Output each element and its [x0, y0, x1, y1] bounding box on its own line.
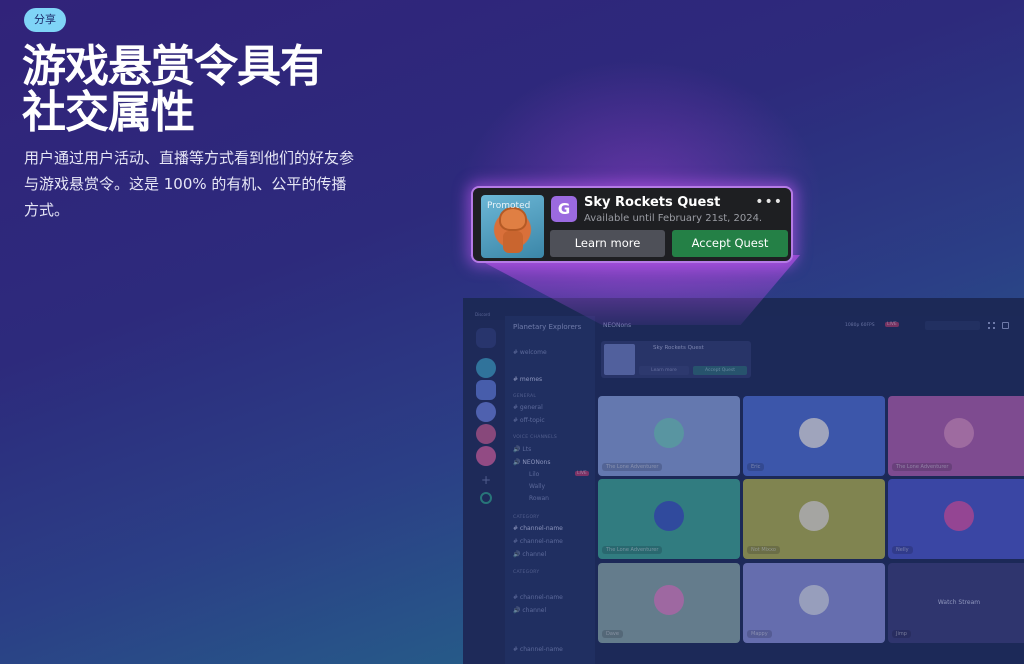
- header-live-badge: LIVE: [885, 322, 899, 327]
- server-icon[interactable]: [476, 446, 496, 466]
- participant-name: Nelly: [892, 546, 913, 554]
- quest-card: Promoted G Sky Rockets Quest Available u…: [471, 186, 793, 263]
- voice-channel-view: NEONons 1080p 60FPS LIVE Sky Rockets Que…: [595, 316, 1024, 664]
- grid-icon[interactable]: [988, 322, 995, 329]
- explore-icon[interactable]: [480, 492, 492, 504]
- server-list: +: [463, 320, 505, 664]
- channel-item[interactable]: # channel-name: [513, 538, 563, 545]
- page-description: 用户通过用户活动、直播等方式看到他们的好友参与游戏悬赏令。这是 100% 的有机…: [24, 149, 355, 219]
- live-badge: LIVE: [575, 471, 589, 476]
- participant-avatar: [944, 418, 974, 448]
- stream-quality: 1080p 60FPS: [845, 323, 875, 328]
- participant-name: The Lone Adventurer: [602, 546, 663, 554]
- channel-category[interactable]: VOICE CHANNELS: [513, 435, 557, 440]
- participant-name: Dave: [602, 630, 623, 638]
- search-input[interactable]: [925, 321, 980, 330]
- channel-item[interactable]: # channel-name: [513, 646, 563, 653]
- participant-avatar: [799, 585, 829, 615]
- voice-channel-item[interactable]: 🔊 channel: [513, 551, 546, 558]
- quest-controller-icon: G: [551, 196, 577, 222]
- participant-avatar: [654, 585, 684, 615]
- server-icon[interactable]: [476, 424, 496, 444]
- learn-more-button[interactable]: Learn more: [550, 230, 665, 257]
- voice-member[interactable]: Rowan: [529, 495, 549, 502]
- channel-category[interactable]: CATEGORY: [513, 515, 539, 520]
- more-options-icon[interactable]: •••: [755, 194, 783, 210]
- channel-category[interactable]: CATEGORY: [513, 570, 539, 575]
- channel-item[interactable]: # off-topic: [513, 417, 545, 424]
- mini-quest-thumbnail: [604, 344, 635, 375]
- participant-name: Mappy: [747, 630, 772, 638]
- video-tile[interactable]: Nelly: [888, 479, 1024, 559]
- video-tile[interactable]: Dave: [598, 563, 740, 643]
- voice-channel-item[interactable]: 🔊 channel: [513, 607, 546, 614]
- participant-avatar: [654, 501, 684, 531]
- video-tile[interactable]: Watch Stream Jimp: [888, 563, 1024, 643]
- add-server-icon[interactable]: +: [476, 470, 496, 490]
- participant-name: Not Mixxo: [747, 546, 780, 554]
- discord-home-icon[interactable]: [476, 328, 496, 348]
- share-tag: 分享: [24, 8, 66, 32]
- video-tile[interactable]: Eric: [743, 396, 885, 476]
- voice-member[interactable]: Lilo: [529, 471, 539, 478]
- inbox-icon[interactable]: [1002, 322, 1009, 329]
- video-tile[interactable]: The Lone Adventurer: [598, 396, 740, 476]
- server-icon[interactable]: [476, 402, 496, 422]
- channel-item[interactable]: # channel-name: [513, 525, 563, 532]
- video-tile[interactable]: Not Mixxo: [743, 479, 885, 559]
- quest-thumbnail[interactable]: Promoted: [481, 195, 544, 258]
- server-name[interactable]: Planetary Explorers: [513, 323, 581, 331]
- participant-name: The Lone Adventurer: [602, 463, 663, 471]
- voice-channel-item[interactable]: 🔊 Lts: [513, 446, 531, 453]
- channel-item[interactable]: # memes: [513, 376, 542, 383]
- channel-item[interactable]: # welcome: [513, 349, 547, 356]
- server-icon[interactable]: [476, 358, 496, 378]
- voice-channel-item[interactable]: 🔊 NEONons: [513, 459, 550, 466]
- channel-item[interactable]: # channel-name: [513, 594, 563, 601]
- promoted-label: Promoted: [487, 201, 531, 211]
- voice-member[interactable]: Wally: [529, 483, 545, 490]
- participant-name: The Lone Adventurer: [892, 463, 953, 471]
- video-tile[interactable]: The Lone Adventurer: [888, 396, 1024, 476]
- window-title: Discord: [475, 312, 491, 317]
- participant-avatar: [799, 501, 829, 531]
- mini-quest-card: Sky Rockets Quest Learn more Accept Ques…: [601, 341, 751, 378]
- participant-name: Eric: [747, 463, 765, 471]
- video-tile[interactable]: The Lone Adventurer: [598, 479, 740, 559]
- quest-availability: Available until February 21st, 2024.: [584, 213, 763, 224]
- quest-title: Sky Rockets Quest: [584, 195, 721, 210]
- accept-quest-button[interactable]: Accept Quest: [672, 230, 788, 257]
- participant-avatar: [799, 418, 829, 448]
- discord-app-preview: Discord + Planetary Explorers # welcome …: [463, 298, 1024, 664]
- participant-name: Jimp: [892, 630, 911, 638]
- channel-item[interactable]: # general: [513, 404, 543, 411]
- channel-category[interactable]: GENERAL: [513, 394, 536, 399]
- server-icon[interactable]: [476, 380, 496, 400]
- video-tile[interactable]: Mappy: [743, 563, 885, 643]
- watch-stream-button[interactable]: Watch Stream: [888, 599, 1024, 606]
- robot-illustration: [503, 231, 523, 253]
- page-title: 游戏悬赏令具有社交属性: [22, 41, 324, 138]
- mini-quest-title: Sky Rockets Quest: [653, 345, 704, 351]
- mini-accept-quest-button[interactable]: Accept Quest: [693, 366, 747, 375]
- participant-avatar: [654, 418, 684, 448]
- channel-sidebar: Planetary Explorers # welcome # memes GE…: [505, 316, 595, 664]
- participant-avatar: [944, 501, 974, 531]
- mini-learn-more-button[interactable]: Learn more: [639, 366, 689, 375]
